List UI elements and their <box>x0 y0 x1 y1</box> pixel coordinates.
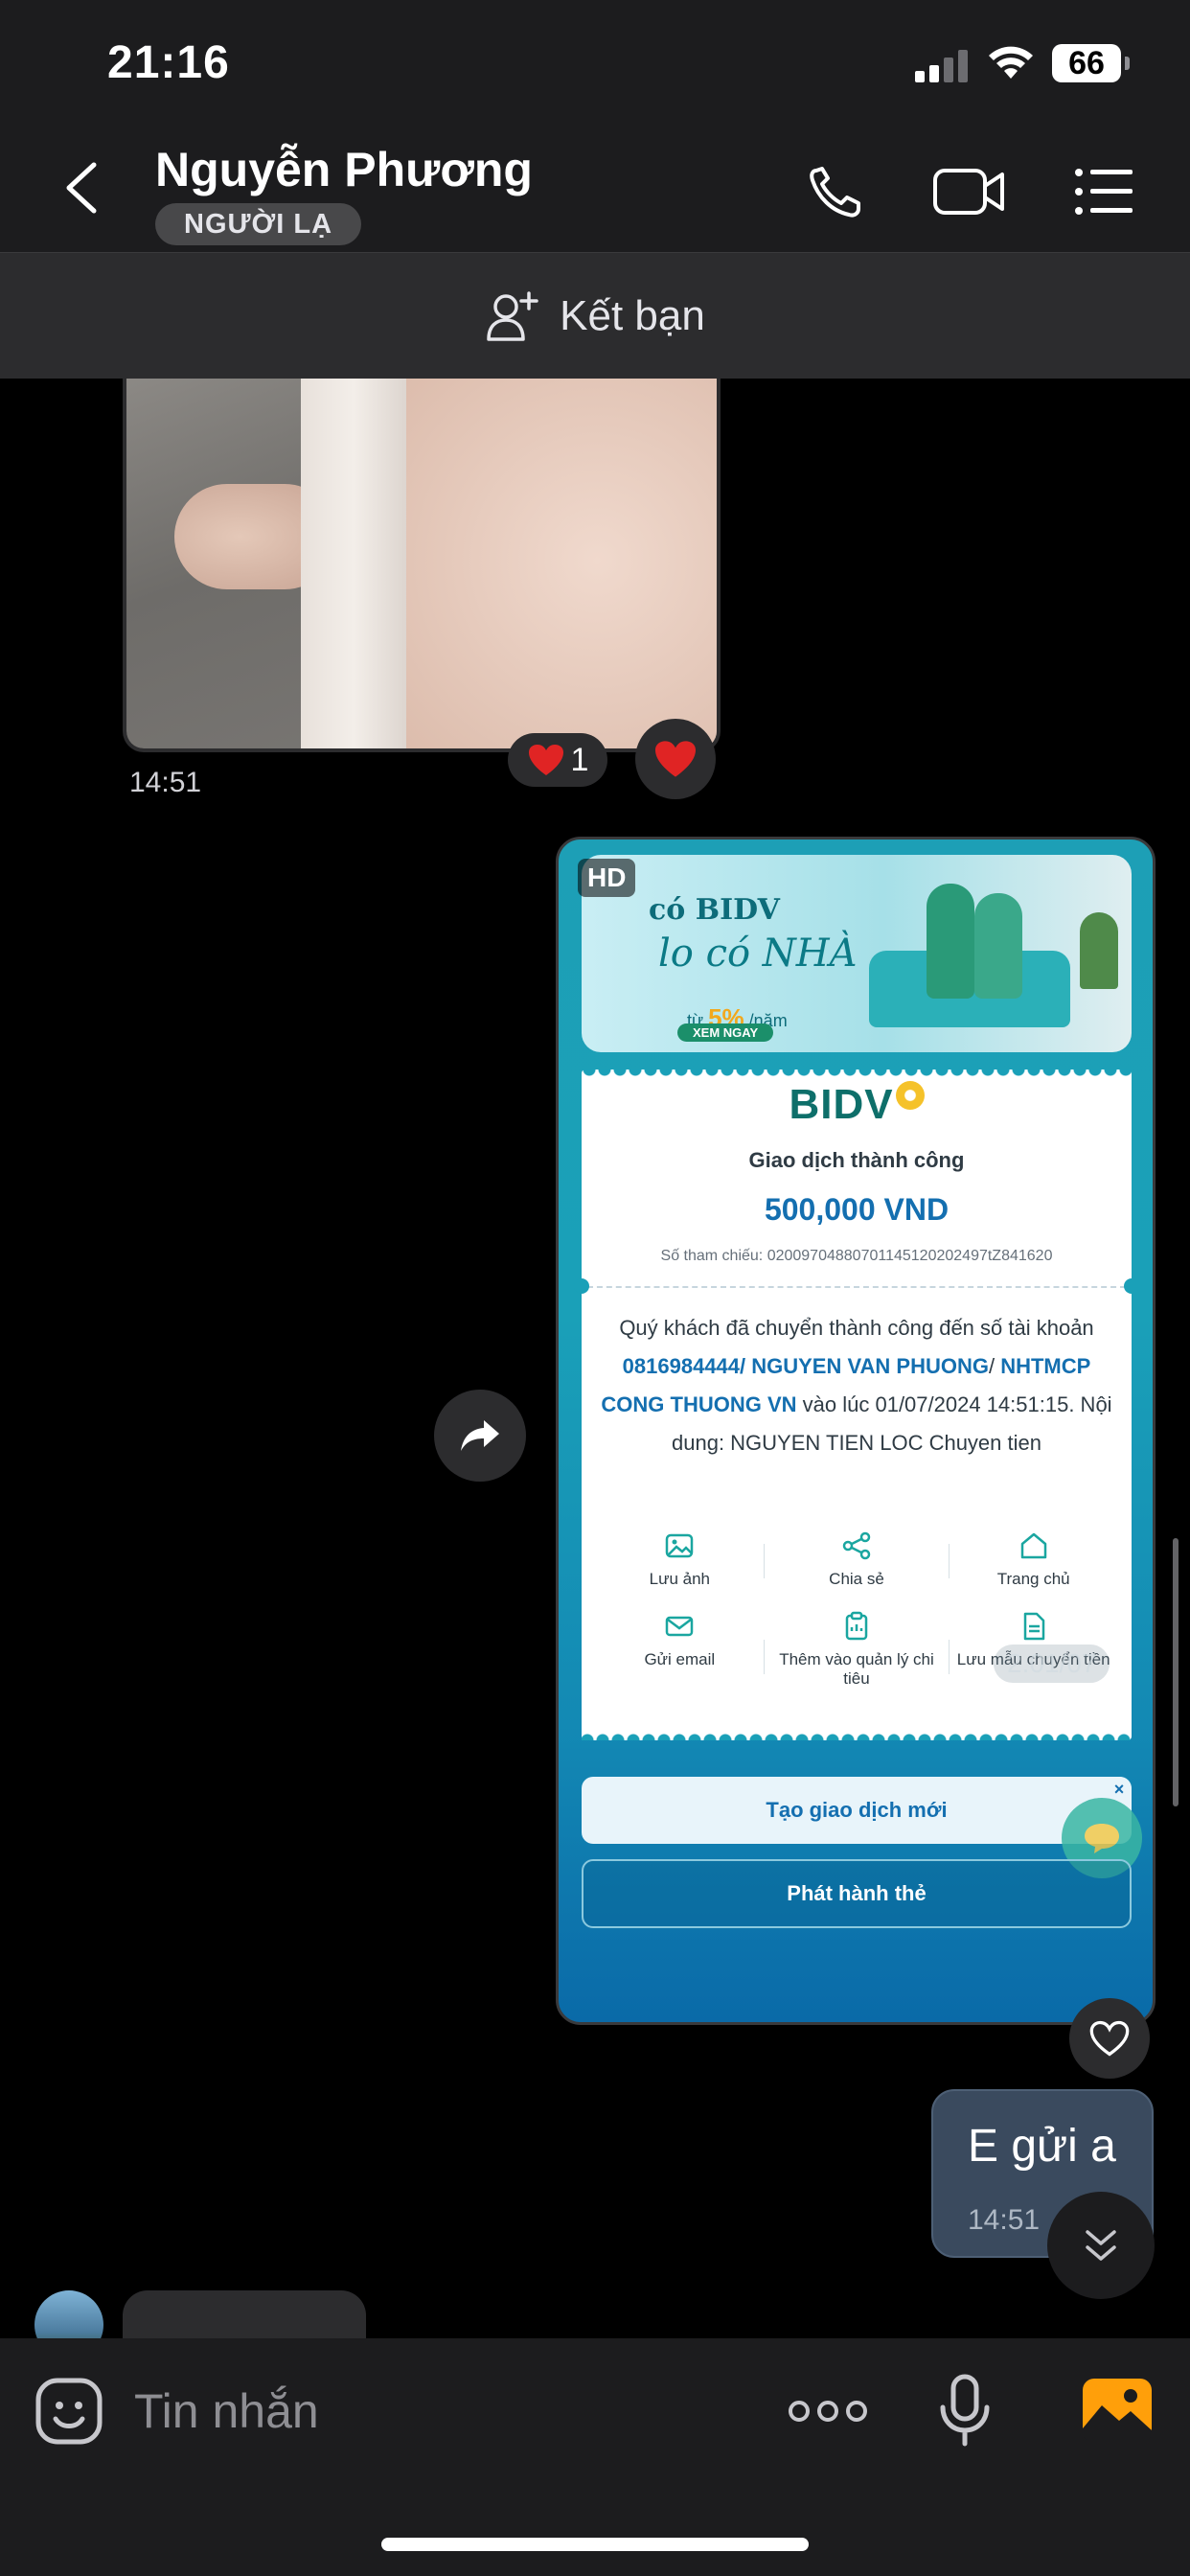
video-call-icon[interactable] <box>931 163 1008 220</box>
wifi-icon <box>989 46 1033 79</box>
sticker-button[interactable] <box>34 2377 103 2446</box>
ghost-timestamp: 2.01/07 <box>994 1644 1110 1683</box>
message-input[interactable] <box>134 2377 728 2446</box>
like-button[interactable] <box>1069 1998 1150 2079</box>
home-indicator <box>381 2538 809 2551</box>
add-friend-icon <box>487 291 538 341</box>
person-graphic <box>927 884 974 999</box>
heart-reaction-icon <box>528 745 563 775</box>
status-time: 21:16 <box>107 37 230 88</box>
stranger-badge: NGƯỜI LẠ <box>155 203 362 245</box>
document-icon <box>1023 1612 1044 1641</box>
divider <box>587 1286 1126 1288</box>
gallery-icon[interactable] <box>1081 2377 1154 2442</box>
scrollbar[interactable] <box>1173 1538 1179 1806</box>
composer-bar <box>0 2338 1190 2576</box>
share-icon <box>842 1531 871 1560</box>
call-icon[interactable] <box>803 163 870 220</box>
person-graphic <box>974 893 1022 999</box>
share-action: Chia sẻ <box>768 1530 946 1589</box>
promo-banner: có BIDV lo có NHÀ từ 5% /năm XEM NGAY <box>582 855 1132 1052</box>
add-friend-label: Kết bạn <box>560 292 705 339</box>
photo-message-time: 14:51 <box>129 767 202 798</box>
clipboard-icon <box>845 1611 868 1641</box>
heart-outline-icon <box>1089 2020 1130 2057</box>
back-button[interactable] <box>59 161 103 215</box>
new-transaction-button: Tạo giao dịch mới <box>582 1777 1132 1844</box>
issue-card-button: Phát hành thẻ <box>582 1859 1132 1928</box>
home-action: Trang chủ <box>945 1530 1122 1589</box>
photo-message[interactable] <box>123 379 721 752</box>
email-icon <box>666 1616 694 1637</box>
add-friend-button[interactable]: Kết bạn <box>0 253 1190 380</box>
react-button[interactable] <box>635 719 716 799</box>
forward-icon <box>461 1420 499 1451</box>
banner-line2: lo có NHÀ <box>658 932 858 976</box>
transaction-ticket: BIDV Giao dịch thành công 500,000 VND Số… <box>574 1070 1139 1740</box>
message-time: 14:51 <box>968 2204 1041 2236</box>
receipt-image-message[interactable]: HD có BIDV lo có NHÀ từ 5% /năm XEM NGAY… <box>556 837 1156 2025</box>
forward-button[interactable] <box>434 1390 526 1482</box>
microphone-icon[interactable] <box>935 2373 995 2450</box>
reaction-summary[interactable]: 1 <box>508 733 607 787</box>
email-action: Gửi email <box>591 1610 768 1689</box>
reaction-count: 1 <box>570 741 589 778</box>
more-options-icon[interactable] <box>788 2392 868 2430</box>
expense-manager-action: Thêm vào quản lý chi tiêu <box>768 1610 946 1689</box>
battery-icon: 66 <box>1052 44 1130 82</box>
banner-line1: có BIDV <box>649 893 780 927</box>
bidv-logo: BIDV <box>582 1081 1132 1129</box>
add-friend-bar: Kết bạn <box>0 252 1190 379</box>
top-bar: 21:16 66 Nguyễn Phương NGƯỜI LẠ <box>0 0 1190 252</box>
double-chevron-down-icon <box>1086 2230 1116 2261</box>
scroll-to-bottom-button[interactable] <box>1047 2192 1155 2299</box>
transaction-status: Giao dịch thành công <box>748 1148 965 1172</box>
image-icon <box>666 1533 694 1558</box>
plant-graphic <box>1080 912 1118 989</box>
partial-message[interactable] <box>123 2290 366 2338</box>
contact-name[interactable]: Nguyễn Phương <box>155 142 533 197</box>
save-image-action: Lưu ảnh <box>591 1530 768 1589</box>
hd-badge: HD <box>578 859 636 897</box>
banner-cta: XEM NGAY <box>677 1024 774 1042</box>
transaction-description: Quý khách đã chuyển thành công đến số tà… <box>601 1316 1112 1455</box>
transaction-reference: Số tham chiếu: 020097048807011451202024​… <box>660 1248 1053 1264</box>
cellular-signal-icon <box>915 50 969 82</box>
menu-list-icon[interactable] <box>1071 163 1138 220</box>
bidv-flower-icon <box>895 1081 925 1110</box>
avatar[interactable] <box>34 2290 103 2338</box>
message-body: E gửi a <box>968 2121 1116 2172</box>
chat-area[interactable]: 14:51 1 HD có BIDV lo có NHÀ từ 5% /năm … <box>0 379 1190 2338</box>
heart-icon <box>655 741 696 777</box>
transaction-amount: 500,000 VND <box>764 1192 950 1227</box>
home-icon <box>1020 1532 1046 1559</box>
